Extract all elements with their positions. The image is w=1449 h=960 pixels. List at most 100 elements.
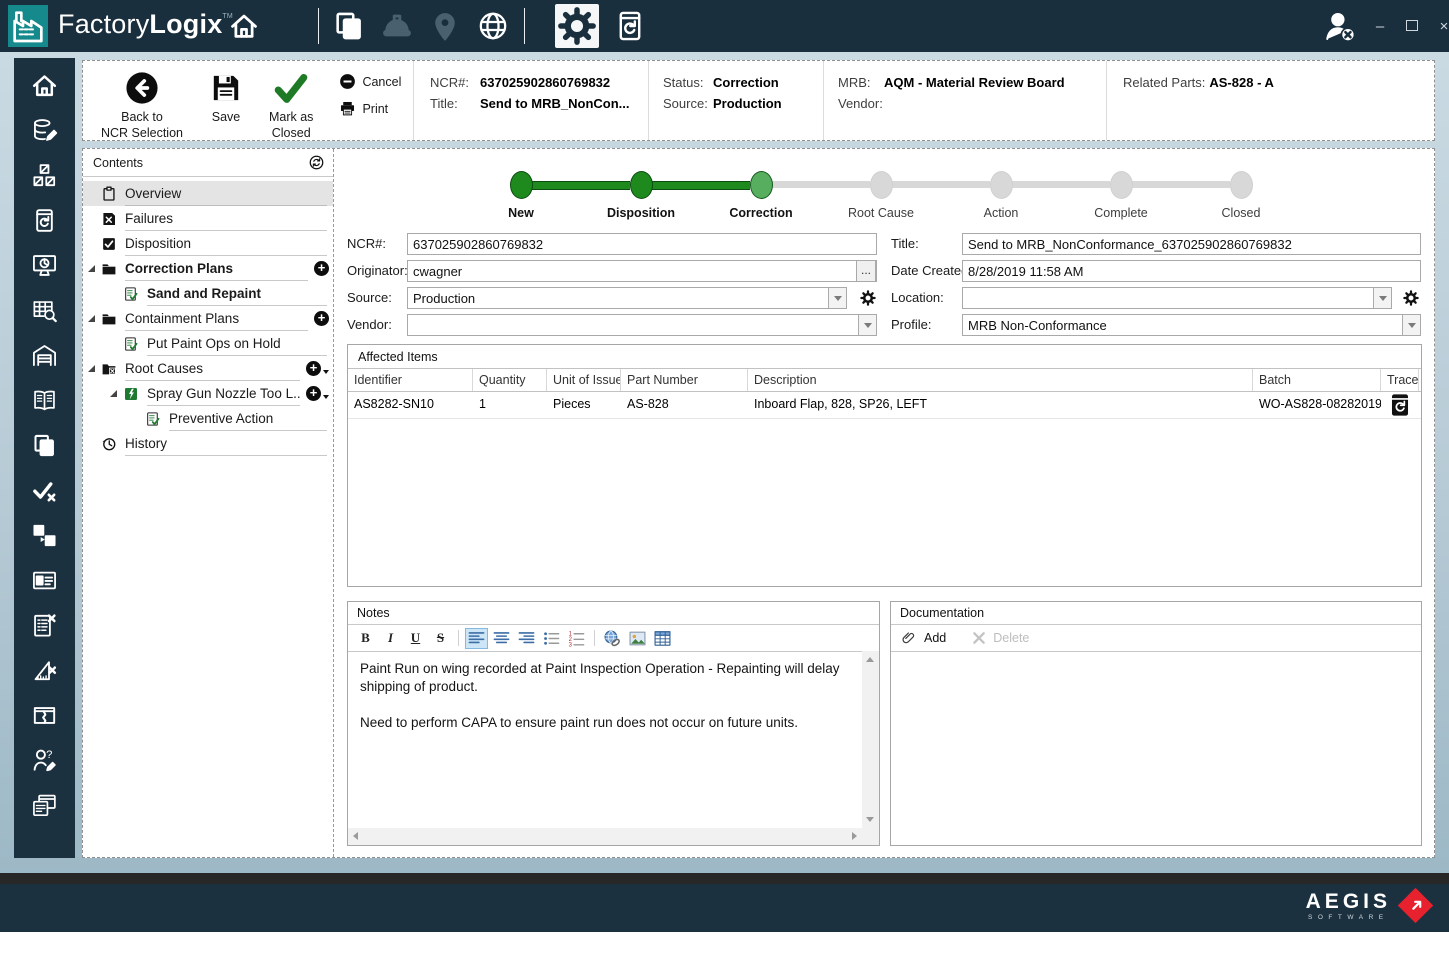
underline-button[interactable]: U [404,628,427,649]
minimize-button[interactable]: – [1372,18,1388,35]
module-data-edit-button[interactable] [31,117,58,144]
add-button[interactable]: + [306,361,321,376]
add-menu-caret-icon[interactable] [323,370,329,374]
tree-item-failures[interactable]: Failures [83,206,333,231]
cancel-button[interactable]: Cancel [339,73,401,90]
globe-button[interactable] [476,9,510,43]
add-menu-caret-icon[interactable] [323,395,329,399]
documentation-delete-button[interactable]: Delete [971,630,1029,646]
tree-item-overview[interactable]: Overview [83,181,333,206]
back-to-ncr-selection-button[interactable]: Back toNCR Selection [101,71,183,142]
module-work-instructions-button[interactable] [31,792,58,819]
column-header-trace[interactable]: Trace [1381,369,1419,391]
column-header-batch[interactable]: Batch [1253,369,1381,391]
expander-icon[interactable] [88,265,95,272]
location-settings-gear-icon[interactable] [1402,289,1420,307]
column-header-unit-of-issue[interactable]: Unit of Issue [547,369,621,391]
home-icon[interactable] [228,11,260,41]
tree-item-history[interactable]: History [83,431,333,456]
add-button[interactable]: + [314,311,329,326]
column-header-quantity[interactable]: Quantity [473,369,547,391]
chevron-down-icon[interactable] [858,315,876,335]
tree-item-correction-plans[interactable]: Correction Plans+ [83,256,333,281]
user-logout-icon[interactable] [1322,10,1358,44]
module-measure-cancel-button[interactable] [31,657,58,684]
numbered-list-button[interactable]: 123 [565,628,588,649]
italic-button[interactable]: I [379,628,402,649]
maximize-button[interactable] [1404,18,1420,35]
module-documents-button[interactable] [31,432,58,459]
chevron-down-icon[interactable] [828,288,846,308]
expander-icon[interactable] [88,315,95,322]
tree-item-preventive-action[interactable]: Preventive Action [83,406,333,431]
source-settings-gear-icon[interactable] [859,289,877,307]
column-header-identifier[interactable]: Identifier [348,369,473,391]
module-ncr-device-button[interactable] [31,207,58,234]
tree-item-disposition[interactable]: Disposition [83,231,333,256]
source-select[interactable]: Production [407,287,847,309]
module-dashboard-button[interactable] [31,252,58,279]
tree-item-root-causes[interactable]: Root Causes+ [83,356,333,381]
align-right-button[interactable] [515,628,538,649]
module-blocks-button[interactable] [31,162,58,189]
module-id-card-button[interactable] [31,567,58,594]
ncr-field-input[interactable] [407,233,877,255]
image-button[interactable] [626,628,649,649]
module-operator-query-button[interactable]: ? [31,747,58,774]
affected-items-row[interactable]: AS8282-SN101PiecesAS-828Inboard Flap, 82… [348,392,1421,419]
documentation-panel: Documentation Add Delete [890,601,1422,846]
module-book-button[interactable] [31,387,58,414]
collapse-refresh-icon[interactable] [308,154,325,171]
trace-icon[interactable] [1381,392,1419,418]
originator-browse-button[interactable]: ... [856,260,876,282]
settings-button-selected[interactable] [555,4,599,48]
profile-select[interactable]: MRB Non-Conformance [962,314,1421,336]
tree-item-spray-gun-nozzle-too-l[interactable]: Spray Gun Nozzle Too L...+ [83,381,333,406]
module-approve-button[interactable] [31,477,58,504]
horizontal-scrollbar[interactable] [348,828,862,845]
strikethrough-button[interactable]: S [429,628,452,649]
module-task-cancel-button[interactable] [31,612,58,639]
bold-button[interactable]: B [354,628,377,649]
ncr-device-button[interactable] [613,9,647,43]
expander-icon[interactable] [88,365,95,372]
tree-item-sand-and-repaint[interactable]: Sand and Repaint [83,281,333,306]
close-button[interactable]: × [1436,18,1449,35]
title-field-input[interactable] [962,233,1421,255]
module-transfer-button[interactable] [31,522,58,549]
documentation-add-button[interactable]: Add [924,631,946,645]
add-button[interactable]: + [306,386,321,401]
align-center-button[interactable] [490,628,513,649]
tree-item-containment-plans[interactable]: Containment Plans+ [83,306,333,331]
module-home-button[interactable] [31,72,58,99]
module-defect-button[interactable] [31,702,58,729]
align-left-button[interactable] [465,628,488,649]
link-button[interactable] [601,628,624,649]
print-button[interactable]: Print [339,100,401,117]
table-search-icon [31,297,58,324]
save-button[interactable]: Save [209,71,243,125]
ncr-field-label: NCR#: [347,233,386,255]
column-header-part-number[interactable]: Part Number [621,369,748,391]
cell-part-number: AS-828 [621,392,748,418]
module-warehouse-button[interactable] [31,342,58,369]
date-created-field-input[interactable] [962,260,1421,282]
vertical-scrollbar[interactable] [862,651,879,828]
originator-field-input[interactable] [407,260,877,282]
documents-button[interactable] [332,9,366,43]
related-parts-label: Related Parts: [1123,75,1205,90]
bullet-list-button[interactable] [540,628,563,649]
table-button[interactable] [651,628,674,649]
tree-item-put-paint-ops-on-hold[interactable]: Put Paint Ops on Hold [83,331,333,356]
mark-as-closed-button[interactable]: Mark asClosed [269,71,313,142]
expander-icon[interactable] [110,390,117,397]
add-button[interactable]: + [314,261,329,276]
notes-text[interactable]: Paint Run on wing recorded at Paint Insp… [348,651,862,828]
cell-trace[interactable] [1381,392,1419,418]
module-table-search-button[interactable] [31,297,58,324]
vendor-select[interactable] [407,314,877,336]
chevron-down-icon[interactable] [1373,288,1391,308]
column-header-description[interactable]: Description [748,369,1253,391]
chevron-down-icon[interactable] [1402,315,1420,335]
location-select[interactable] [962,287,1392,309]
